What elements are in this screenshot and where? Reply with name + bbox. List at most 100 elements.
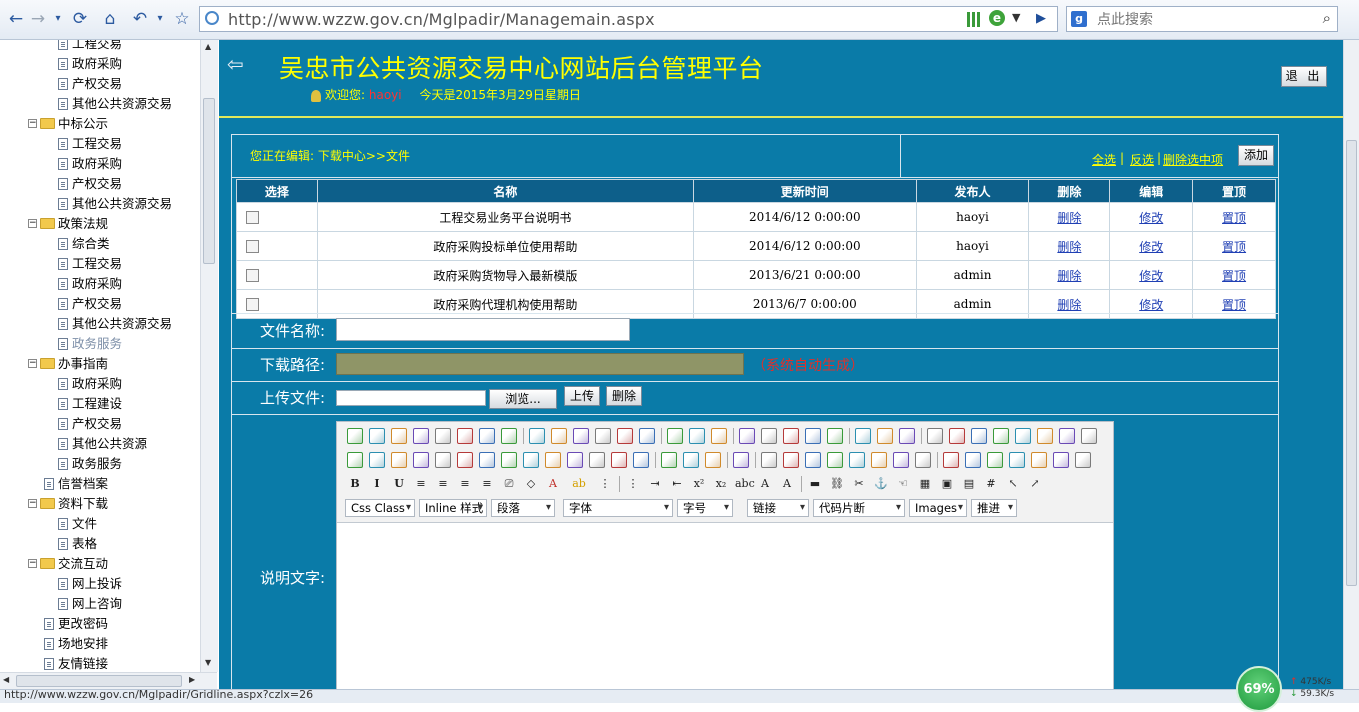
editor-select[interactable]: Css Class xyxy=(345,499,415,517)
download-path-input[interactable] xyxy=(336,353,744,375)
sidebar-item[interactable]: 其他公共资源交易 xyxy=(58,94,172,114)
sidebar-folder[interactable]: − 资料下载 xyxy=(28,494,108,514)
go-arrow-icon[interactable]: ▶ xyxy=(1036,11,1046,26)
scroll-up-icon[interactable]: ▲ xyxy=(205,42,211,51)
editor-tool-icon[interactable] xyxy=(783,452,799,468)
sidebar-hscroll-thumb[interactable] xyxy=(16,675,182,687)
sidebar-item[interactable]: 文件 xyxy=(58,514,97,534)
collapse-toggle-icon[interactable]: − xyxy=(28,359,37,368)
format-tool-icon[interactable]: ▤ xyxy=(961,476,977,492)
editor-tool-icon[interactable] xyxy=(827,452,843,468)
editor-tool-icon[interactable] xyxy=(369,452,385,468)
editor-tool-icon[interactable] xyxy=(893,452,909,468)
format-tool-icon[interactable]: ⇤ xyxy=(669,476,685,492)
editor-tool-icon[interactable] xyxy=(927,428,943,444)
editor-tool-icon[interactable] xyxy=(501,452,517,468)
row-edit-link[interactable]: 修改 xyxy=(1139,269,1163,283)
editor-tool-icon[interactable] xyxy=(1009,452,1025,468)
upload-button[interactable]: 上传 xyxy=(564,386,600,406)
editor-tool-icon[interactable] xyxy=(1075,452,1091,468)
editor-tool-icon[interactable] xyxy=(1037,428,1053,444)
format-tool-icon[interactable]: B xyxy=(347,476,363,492)
row-delete-link[interactable]: 删除 xyxy=(1057,269,1081,283)
delete-file-button[interactable]: 删除 xyxy=(606,386,642,406)
home-icon[interactable]: ⌂ xyxy=(100,9,120,29)
sidebar-item[interactable]: 工程交易 xyxy=(58,40,122,54)
editor-tool-icon[interactable] xyxy=(805,452,821,468)
editor-tool-icon[interactable] xyxy=(877,428,893,444)
format-tool-icon[interactable]: ▦ xyxy=(917,476,933,492)
editor-tool-icon[interactable] xyxy=(805,428,821,444)
back-arrow-icon[interactable]: ⇦ xyxy=(227,52,244,76)
back-arrow-icon[interactable]: ← xyxy=(6,9,26,29)
sidebar-folder[interactable]: − 中标公示 xyxy=(28,114,108,134)
editor-tool-icon[interactable] xyxy=(705,452,721,468)
editor-select[interactable]: 代码片断 xyxy=(813,499,905,517)
format-tool-icon[interactable]: abc xyxy=(735,476,755,492)
editor-tool-icon[interactable] xyxy=(761,452,777,468)
format-tool-icon[interactable]: ⚓ xyxy=(873,476,889,492)
add-button[interactable]: 添加 xyxy=(1238,145,1274,166)
editor-select[interactable]: Images xyxy=(909,499,967,517)
sidebar-item[interactable]: 工程建设 xyxy=(58,394,122,414)
sidebar-item[interactable]: 产权交易 xyxy=(58,294,122,314)
editor-tool-icon[interactable] xyxy=(683,452,699,468)
page-vertical-scrollbar[interactable] xyxy=(1343,40,1359,690)
editor-tool-icon[interactable] xyxy=(545,452,561,468)
editor-tool-icon[interactable] xyxy=(391,428,407,444)
format-tool-icon[interactable]: ⛓ xyxy=(829,476,845,492)
page-scroll-thumb[interactable] xyxy=(1346,140,1357,586)
sidebar-item[interactable]: 信誉档案 xyxy=(44,474,108,494)
editor-content-area[interactable] xyxy=(337,522,1113,690)
editor-tool-icon[interactable] xyxy=(949,428,965,444)
editor-tool-icon[interactable] xyxy=(971,428,987,444)
collapse-toggle-icon[interactable]: − xyxy=(28,219,37,228)
select-all-link[interactable]: 全选 xyxy=(1092,151,1116,168)
sidebar-folder[interactable]: − 政策法规 xyxy=(28,214,108,234)
editor-tool-icon[interactable] xyxy=(1031,452,1047,468)
row-pin-link[interactable]: 置顶 xyxy=(1222,240,1246,254)
sidebar-vertical-scrollbar[interactable]: ▲ ▼ xyxy=(200,40,218,672)
collapse-toggle-icon[interactable]: − xyxy=(28,119,37,128)
editor-tool-icon[interactable] xyxy=(849,452,865,468)
editor-tool-icon[interactable] xyxy=(899,428,915,444)
scroll-left-icon[interactable]: ◀ xyxy=(3,675,9,684)
refresh-icon[interactable]: ⟳ xyxy=(70,9,90,29)
editor-tool-icon[interactable] xyxy=(523,452,539,468)
format-tool-icon[interactable]: ≡ xyxy=(479,476,495,492)
format-tool-icon[interactable]: ☜ xyxy=(895,476,911,492)
editor-tool-icon[interactable] xyxy=(479,428,495,444)
forward-arrow-icon[interactable]: → xyxy=(28,9,48,29)
format-tool-icon[interactable]: ⋮ xyxy=(597,476,613,492)
scroll-right-icon[interactable]: ▶ xyxy=(189,675,195,684)
format-tool-icon[interactable]: ▬ xyxy=(807,476,823,492)
address-url[interactable]: http://www.wzzw.gov.cn/Mglpadir/Managema… xyxy=(228,10,655,29)
row-pin-link[interactable]: 置顶 xyxy=(1222,269,1246,283)
format-tool-icon[interactable]: ⋮ xyxy=(625,476,641,492)
editor-tool-icon[interactable] xyxy=(965,452,981,468)
sidebar-item[interactable]: 产权交易 xyxy=(58,414,122,434)
editor-select[interactable]: 链接 xyxy=(747,499,809,517)
editor-tool-icon[interactable] xyxy=(435,428,451,444)
sidebar-item[interactable]: 政府采购 xyxy=(58,154,122,174)
sidebar-item[interactable]: 其他公共资源交易 xyxy=(58,194,172,214)
editor-tool-icon[interactable] xyxy=(711,428,727,444)
row-checkbox[interactable] xyxy=(246,269,259,282)
editor-tool-icon[interactable] xyxy=(589,452,605,468)
row-edit-link[interactable]: 修改 xyxy=(1139,298,1163,312)
upload-file-input[interactable] xyxy=(336,390,486,406)
format-tool-icon[interactable]: A xyxy=(545,476,561,492)
editor-tool-icon[interactable] xyxy=(567,452,583,468)
editor-tool-icon[interactable] xyxy=(855,428,871,444)
sidebar-item[interactable]: 友情链接 xyxy=(44,654,108,672)
editor-tool-icon[interactable] xyxy=(551,428,567,444)
sidebar-item[interactable]: 政府采购 xyxy=(58,274,122,294)
editor-tool-icon[interactable] xyxy=(479,452,495,468)
row-edit-link[interactable]: 修改 xyxy=(1139,240,1163,254)
file-name-input[interactable] xyxy=(336,318,630,341)
search-engine-icon[interactable]: g xyxy=(1071,11,1087,27)
format-tool-icon[interactable]: ↗ xyxy=(1027,476,1043,492)
editor-tool-icon[interactable] xyxy=(943,452,959,468)
sidebar-item[interactable]: 政府采购 xyxy=(58,54,122,74)
format-tool-icon[interactable]: x₂ xyxy=(713,476,729,492)
